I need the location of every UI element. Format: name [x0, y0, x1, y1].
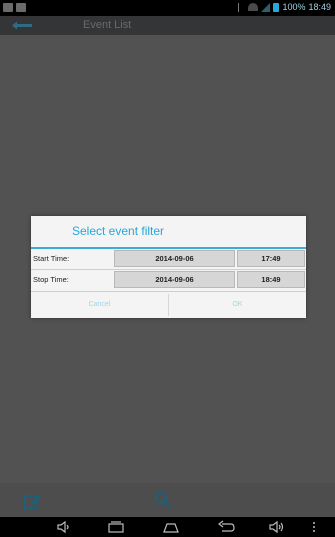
status-bar: 100% 18:49: [0, 0, 335, 16]
volume-down-icon[interactable]: [55, 520, 73, 534]
bottom-toolbar: [0, 483, 335, 517]
signal-icon: [261, 2, 271, 12]
back-icon[interactable]: [217, 520, 235, 534]
battery-percent: 100%: [282, 2, 306, 12]
start-time-button[interactable]: 17:49: [237, 250, 305, 267]
edit-icon[interactable]: [24, 493, 42, 509]
home-icon[interactable]: [162, 520, 180, 534]
start-time-label: Start Time:: [33, 254, 70, 263]
stop-time-button[interactable]: 18:49: [237, 271, 305, 288]
recent-apps-icon[interactable]: [107, 520, 125, 534]
screenshot-notification-icon: [3, 3, 13, 12]
search-icon[interactable]: [154, 491, 172, 509]
start-date-button[interactable]: 2014-09-06: [114, 250, 235, 267]
system-nav-bar: [0, 517, 335, 537]
stop-date-button[interactable]: 2014-09-06: [114, 271, 235, 288]
notification-icons: [3, 3, 26, 12]
stop-time-label: Stop Time:: [33, 275, 69, 284]
wifi-icon: [248, 3, 259, 11]
clock: 18:49: [308, 2, 331, 12]
start-time-row: Start Time: 2014-09-06 17:49: [31, 249, 306, 269]
bluetooth-icon: [238, 2, 245, 12]
menu-icon[interactable]: [310, 520, 318, 534]
system-status: 100% 18:49: [238, 2, 331, 12]
event-filter-dialog: Select event filter Start Time: 2014-09-…: [31, 216, 306, 318]
page-title: Event List: [83, 19, 132, 31]
action-bar: Event List: [0, 16, 335, 35]
back-arrow-icon[interactable]: [12, 21, 32, 30]
cancel-button[interactable]: Cancel: [31, 292, 168, 318]
volume-up-icon[interactable]: [268, 520, 286, 534]
stop-time-row: Stop Time: 2014-09-06 18:49: [31, 270, 306, 290]
message-notification-icon: [16, 3, 26, 12]
battery-icon: [273, 2, 280, 12]
ok-button[interactable]: OK: [169, 292, 306, 318]
dialog-title: Select event filter: [31, 216, 306, 249]
